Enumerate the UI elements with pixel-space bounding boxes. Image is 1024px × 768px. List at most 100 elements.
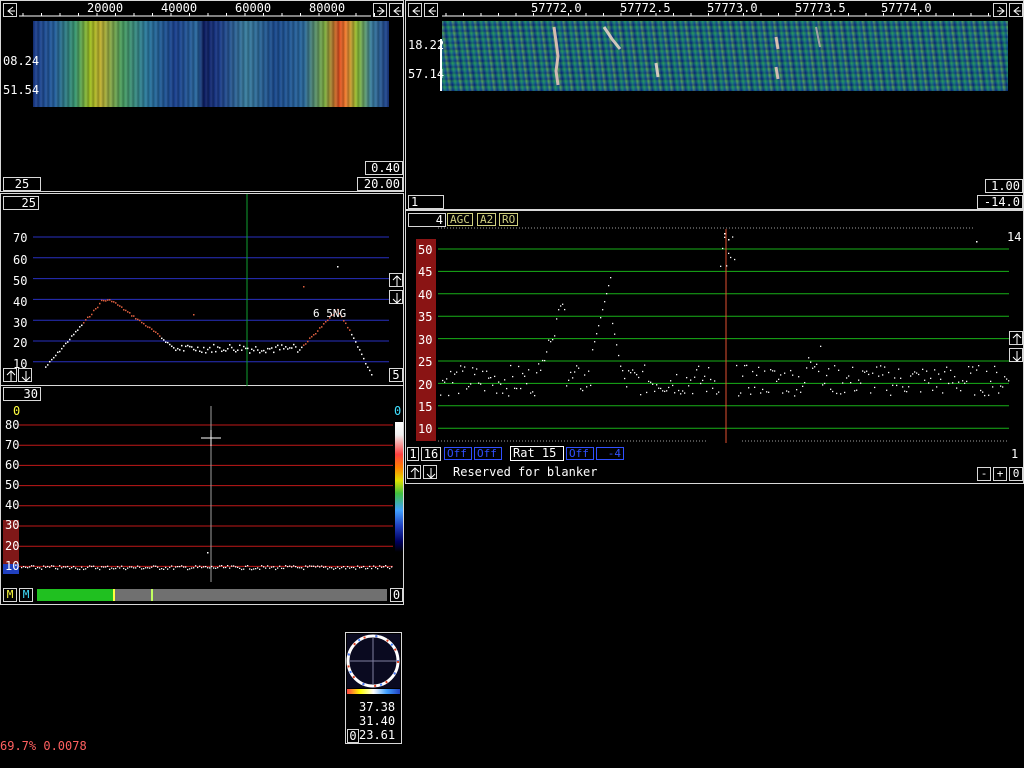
- baseband-point: [456, 371, 458, 373]
- baseband-point: [554, 335, 556, 337]
- meter-point: [347, 566, 349, 568]
- baseband-point: [526, 383, 528, 385]
- baseband-point: [756, 374, 758, 376]
- meter-point: [33, 565, 35, 567]
- meter-point: [53, 565, 55, 567]
- blanker-box-2[interactable]: 16: [421, 447, 441, 461]
- waterfall-offset-box[interactable]: -14.0: [977, 195, 1023, 209]
- spectrum-point: [187, 344, 189, 347]
- blanker-off-toggle-1[interactable]: Off: [444, 447, 472, 460]
- scroll-up-button[interactable]: [389, 273, 403, 287]
- meter-point: [273, 566, 275, 568]
- spectrum-point: [311, 335, 313, 338]
- blanker-ratio-box[interactable]: Rat 15: [510, 446, 564, 461]
- meter-point: [331, 567, 333, 569]
- polarization-window: 37.38 31.40 0 23.61: [345, 632, 402, 744]
- meter-point: [295, 566, 297, 568]
- baseband-point: [652, 383, 654, 385]
- meter-right-box[interactable]: 0: [390, 588, 403, 602]
- baseband-point: [486, 370, 488, 372]
- blanker-up-button[interactable]: [407, 465, 421, 479]
- blanker-down-button[interactable]: [423, 465, 437, 479]
- meter-point: [129, 566, 131, 568]
- spectrum-graph[interactable]: [1, 194, 405, 387]
- spectrum-zoom-box[interactable]: 5: [389, 368, 403, 382]
- baseband-point: [582, 389, 584, 392]
- pol-zero-box[interactable]: 0: [347, 729, 359, 743]
- meter-graph[interactable]: [1, 386, 405, 605]
- scroll-down-button[interactable]: [1009, 348, 1023, 362]
- baseband-point: [644, 364, 646, 366]
- baseband-point: [440, 394, 442, 396]
- meter-point: [141, 568, 143, 570]
- y-axis-label: 30: [5, 518, 20, 532]
- meter-point: [207, 567, 209, 569]
- meter-point: [233, 565, 235, 567]
- spectrum-point: [353, 337, 355, 339]
- baseband-point: [516, 387, 518, 390]
- minus-button[interactable]: -: [977, 467, 991, 481]
- freq-tick-label: 60000: [235, 1, 272, 15]
- blanker-box-1[interactable]: 1: [407, 447, 419, 461]
- meter-mode-button[interactable]: M: [3, 588, 17, 602]
- baseband-point: [570, 371, 572, 374]
- y-axis-label: 40: [5, 498, 20, 512]
- spectrum-point: [237, 349, 239, 351]
- baseband-point: [646, 391, 648, 394]
- baseband-point: [680, 393, 682, 395]
- blanker-off-toggle-3[interactable]: Off: [566, 447, 594, 460]
- scroll-up-button[interactable]: [1009, 331, 1023, 345]
- scroll-down-button[interactable]: [389, 290, 403, 304]
- baseband-point: [664, 390, 666, 393]
- baseband-point: [634, 372, 636, 374]
- baseband-graph[interactable]: [406, 211, 1024, 485]
- spectrum-point: [351, 333, 353, 336]
- baseband-point: [770, 369, 772, 371]
- baseband-point: [724, 233, 726, 235]
- baseband-point: [972, 366, 974, 368]
- waterfall-gain-box[interactable]: 1.00: [985, 179, 1023, 193]
- spectrum-point: [67, 341, 69, 343]
- arrow-up-icon: [6, 370, 16, 381]
- baseband-point: [778, 378, 780, 380]
- meter-point: [235, 566, 237, 568]
- meter-mode-button[interactable]: M: [19, 588, 33, 602]
- plus-button[interactable]: +: [993, 467, 1007, 481]
- zero-button[interactable]: 0: [1009, 467, 1023, 481]
- meter-bar[interactable]: [37, 589, 387, 601]
- baseband-point: [912, 373, 914, 375]
- baseband-point: [662, 390, 664, 392]
- baseband-point: [932, 389, 934, 391]
- spectrum-point: [205, 352, 207, 354]
- meter-point: [125, 568, 127, 571]
- baseband-point: [986, 370, 988, 373]
- spectrum-point: [271, 347, 273, 349]
- baseband-point: [964, 382, 966, 384]
- spectrum-point: [117, 304, 119, 306]
- spectrum-point: [71, 335, 73, 337]
- waterfall-avg-box[interactable]: 1: [408, 195, 444, 209]
- waterfall-signal-traces: [552, 26, 821, 86]
- spectrum-point: [299, 349, 301, 351]
- blanker-off-toggle-2[interactable]: Off: [474, 447, 502, 460]
- zoom-up-button[interactable]: [3, 368, 17, 382]
- zoom-down-button[interactable]: [18, 368, 32, 382]
- meter-point: [71, 566, 73, 569]
- meter-point: [121, 565, 123, 567]
- spectrum-point: [155, 331, 157, 333]
- baseband-point: [630, 372, 632, 374]
- baseband-point: [470, 383, 472, 385]
- spectrum-point: [61, 347, 63, 350]
- blanker-level-box[interactable]: -4: [596, 447, 624, 460]
- waterfall-avg-box[interactable]: 25: [3, 177, 41, 191]
- waterfall-gain-box[interactable]: 0.40: [365, 161, 403, 175]
- meter-point: [171, 565, 173, 567]
- arrow-down-icon: [426, 468, 436, 479]
- waterfall-zero-box[interactable]: 20.00: [357, 177, 403, 191]
- spectrum-point: [47, 364, 49, 366]
- spectrum-point: [197, 346, 199, 349]
- baseband-point: [514, 387, 516, 389]
- meter-point: [279, 565, 281, 567]
- spectrum-point: [183, 350, 185, 352]
- meter-point: [287, 565, 289, 568]
